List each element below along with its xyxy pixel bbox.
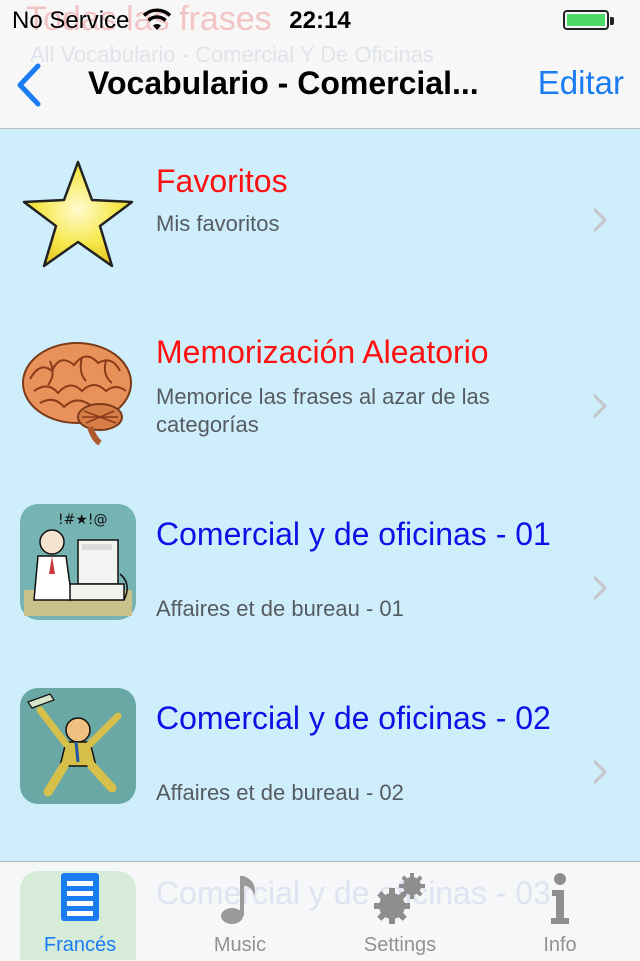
chevron-left-icon — [17, 63, 41, 107]
clock: 22:14 — [289, 7, 351, 34]
tab-info[interactable]: Info — [480, 862, 640, 960]
list-item-subtitle: Affaires et de bureau - 02 — [156, 780, 404, 805]
navigation-bar: Todas las frases All Vocabulario - Comer… — [0, 0, 640, 129]
music-note-icon — [221, 876, 255, 924]
edit-button[interactable]: Editar — [538, 64, 624, 102]
brain-icon — [22, 342, 132, 446]
tab-frances[interactable]: Francés — [0, 862, 160, 960]
list-item-comercial-01[interactable]: !#★!@ Comercial y de oficinas - 01 Affai… — [0, 499, 640, 683]
list-item-title: Comercial y de oficinas - 02 — [156, 700, 551, 736]
info-icon — [551, 873, 569, 924]
list-item-subtitle: Affaires et de bureau - 01 — [156, 596, 404, 621]
list-item-favoritos[interactable]: Favoritos Mis favoritos — [0, 129, 640, 315]
tab-settings[interactable]: Settings — [320, 862, 480, 960]
list-item-subtitle: Memorice las frases al azar de las categ… — [156, 384, 490, 437]
back-button[interactable] — [12, 60, 52, 110]
svg-text:!#★!@: !#★!@ — [58, 512, 108, 528]
status-bar: No Service 22:14 — [0, 0, 640, 40]
category-list: Favoritos Mis favoritos Memorización Ale… — [0, 129, 640, 861]
tab-label: Settings — [363, 934, 437, 956]
list-icon — [61, 873, 99, 921]
list-item-subtitle: Mis favoritos — [156, 211, 280, 236]
list-item-memorizacion[interactable]: Memorización Aleatorio Memorice las fras… — [0, 315, 640, 499]
chevron-right-icon — [593, 208, 607, 232]
office-worker-icon: !#★!@ — [20, 504, 136, 620]
dancing-businessman-icon — [20, 688, 136, 804]
chevron-right-icon — [593, 760, 607, 784]
list-item-comercial-02[interactable]: Comercial y de oficinas - 02 Affaires et… — [0, 683, 640, 861]
chevron-right-icon — [593, 394, 607, 418]
star-icon — [22, 160, 134, 268]
list-item-title: Comercial y de oficinas - 01 — [156, 516, 551, 552]
battery-icon — [563, 10, 614, 30]
tab-music[interactable]: Music — [160, 862, 320, 960]
list-item-title: Memorización Aleatorio — [156, 334, 489, 370]
gears-icon — [374, 873, 425, 924]
tab-label: Music — [213, 934, 267, 956]
tab-label: Info — [543, 934, 577, 956]
list-item-title: Favoritos — [156, 163, 288, 199]
chevron-right-icon — [593, 576, 607, 600]
tab-label: Francés — [43, 934, 117, 956]
page-title: Vocabulario - Comercial... — [88, 65, 479, 101]
